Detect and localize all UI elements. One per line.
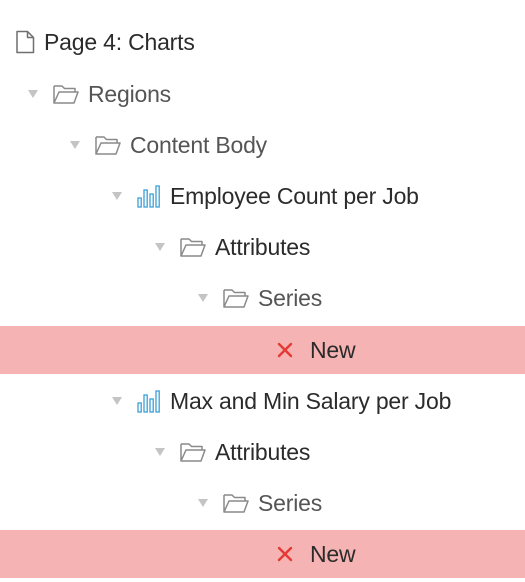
folder-icon (222, 492, 250, 514)
tree-node-label: New (310, 336, 356, 363)
tree-node-new-error[interactable]: New (0, 326, 525, 374)
tree-node-label: Regions (88, 80, 171, 107)
tree-node-label: Max and Min Salary per Job (170, 387, 452, 414)
tree-node-content-body[interactable]: Content Body (0, 121, 525, 169)
tree-node-series[interactable]: Series (0, 479, 525, 527)
tree-node-label: Employee Count per Job (170, 182, 419, 209)
error-item: New (276, 336, 356, 364)
tree-node-attributes[interactable]: Attributes (0, 223, 525, 271)
bar-chart-icon (136, 184, 162, 208)
chevron-down-icon[interactable] (68, 138, 82, 152)
tree-node-label: Content Body (130, 131, 267, 158)
tree-node-series[interactable]: Series (0, 274, 525, 322)
chevron-down-icon[interactable] (153, 445, 167, 459)
folder-icon (52, 83, 80, 105)
folder-icon (179, 441, 207, 463)
tree-node-page[interactable]: Page 4: Charts (0, 18, 525, 66)
tree-node-label: New (310, 540, 356, 567)
tree-node-attributes[interactable]: Attributes (0, 428, 525, 476)
tree-node-label: Attributes (215, 438, 311, 465)
tree-node-regions[interactable]: Regions (0, 70, 525, 118)
component-tree: Page 4: Charts Regions Content Body Empl… (0, 0, 525, 582)
error-x-icon (276, 545, 294, 563)
chevron-down-icon[interactable] (26, 87, 40, 101)
tree-node-new-error[interactable]: New (0, 530, 525, 578)
tree-node-label: Page 4: Charts (44, 28, 195, 55)
chevron-down-icon[interactable] (110, 189, 124, 203)
tree-node-label: Attributes (215, 233, 311, 260)
tree-node-label: Series (258, 284, 322, 311)
folder-icon (94, 134, 122, 156)
bar-chart-icon (136, 389, 162, 413)
error-item: New (276, 540, 356, 568)
error-x-icon (276, 341, 294, 359)
chevron-down-icon[interactable] (196, 291, 210, 305)
page-icon (14, 30, 36, 54)
folder-icon (222, 287, 250, 309)
folder-icon (179, 236, 207, 258)
chevron-down-icon[interactable] (196, 496, 210, 510)
chevron-down-icon[interactable] (110, 394, 124, 408)
tree-node-label: Series (258, 489, 322, 516)
tree-node-chart-max-min-salary[interactable]: Max and Min Salary per Job (0, 377, 525, 425)
chevron-down-icon[interactable] (153, 240, 167, 254)
tree-node-chart-employee-count[interactable]: Employee Count per Job (0, 172, 525, 220)
